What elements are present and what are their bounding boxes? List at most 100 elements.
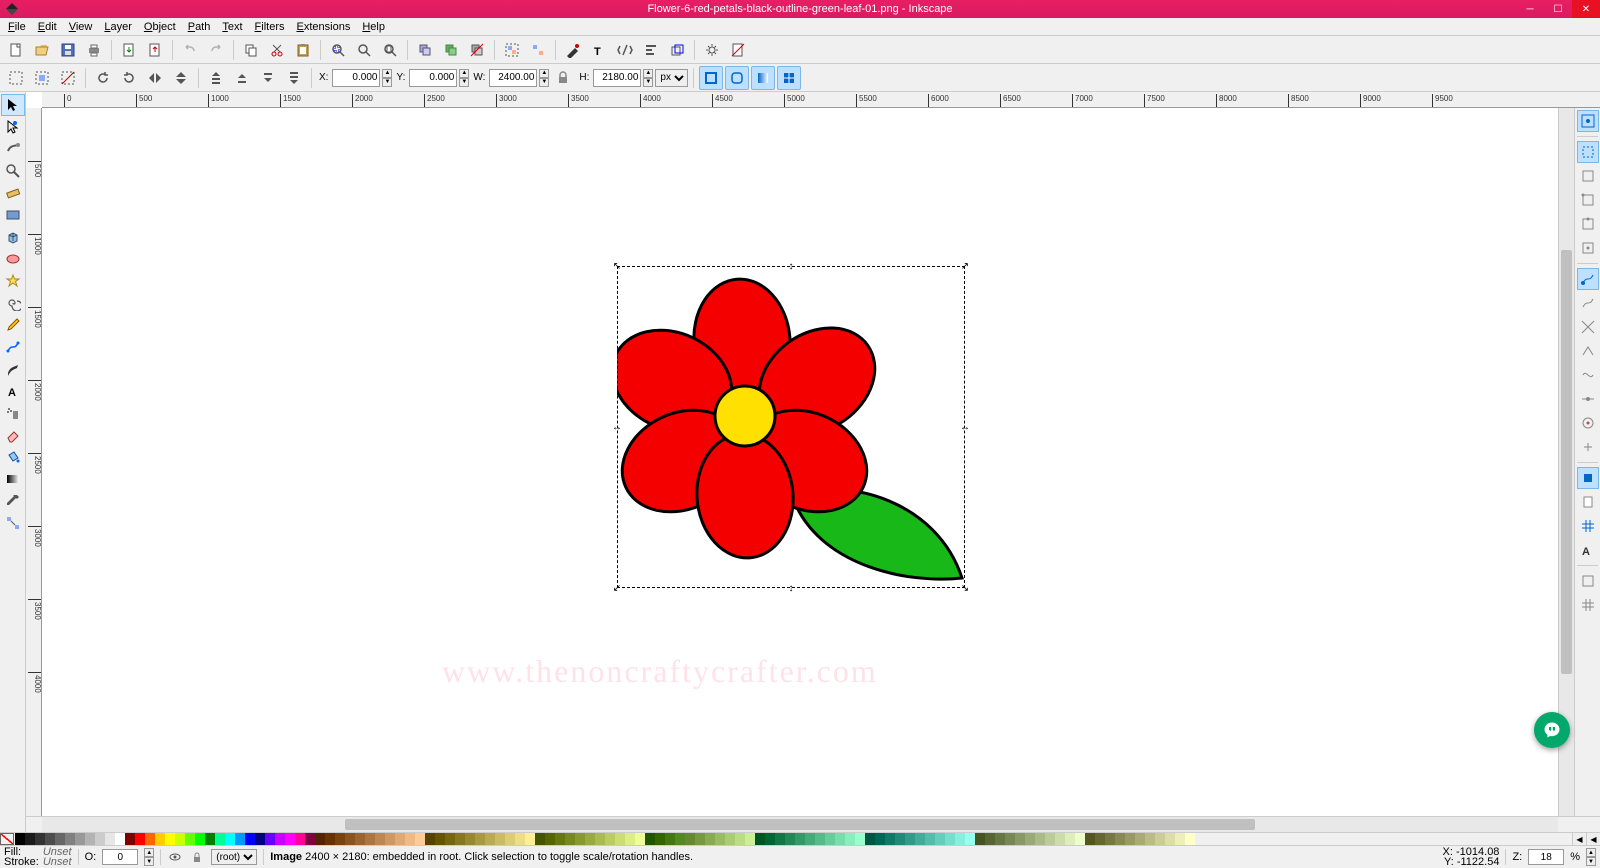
color-swatch[interactable] bbox=[665, 833, 675, 845]
snap-bbox-corner-button[interactable] bbox=[1577, 189, 1599, 211]
color-swatch[interactable] bbox=[335, 833, 345, 845]
selector-tool[interactable] bbox=[1, 94, 25, 116]
color-swatch[interactable] bbox=[1035, 833, 1045, 845]
color-swatch[interactable] bbox=[1175, 833, 1185, 845]
spiral-tool[interactable] bbox=[1, 292, 25, 314]
color-swatch[interactable] bbox=[415, 833, 425, 845]
color-swatch[interactable] bbox=[1145, 833, 1155, 845]
rotate-ccw-button[interactable] bbox=[91, 66, 115, 90]
color-swatch[interactable] bbox=[975, 833, 985, 845]
snap-enable-button[interactable] bbox=[1577, 110, 1599, 132]
color-swatch[interactable] bbox=[515, 833, 525, 845]
color-swatch[interactable] bbox=[705, 833, 715, 845]
color-swatch[interactable] bbox=[675, 833, 685, 845]
snap-other-button[interactable] bbox=[1577, 467, 1599, 489]
ungroup-button[interactable] bbox=[526, 38, 550, 62]
snap-node-button[interactable] bbox=[1577, 268, 1599, 290]
menu-extensions[interactable]: Extensions bbox=[291, 21, 357, 33]
color-swatch[interactable] bbox=[905, 833, 915, 845]
w-spinner[interactable]: ▲▼ bbox=[539, 69, 549, 87]
zoom-selection-button[interactable] bbox=[326, 38, 350, 62]
y-coord-input[interactable] bbox=[409, 69, 457, 87]
color-swatch[interactable] bbox=[685, 833, 695, 845]
color-swatch[interactable] bbox=[195, 833, 205, 845]
xml-editor-button[interactable] bbox=[613, 38, 637, 62]
measure-tool[interactable] bbox=[1, 182, 25, 204]
color-swatch[interactable] bbox=[115, 833, 125, 845]
color-swatch[interactable] bbox=[765, 833, 775, 845]
gradient-tool[interactable] bbox=[1, 468, 25, 490]
clone-button[interactable] bbox=[439, 38, 463, 62]
star-tool[interactable] bbox=[1, 270, 25, 292]
color-swatch[interactable] bbox=[45, 833, 55, 845]
snap-grid-guides-button[interactable] bbox=[1577, 594, 1599, 616]
menu-view[interactable]: View bbox=[63, 21, 99, 33]
calligraphy-tool[interactable] bbox=[1, 358, 25, 380]
color-swatch[interactable] bbox=[885, 833, 895, 845]
color-swatch[interactable] bbox=[795, 833, 805, 845]
color-swatch[interactable] bbox=[1095, 833, 1105, 845]
dropper-tool[interactable] bbox=[1, 490, 25, 512]
color-swatch[interactable] bbox=[145, 833, 155, 845]
color-swatch[interactable] bbox=[875, 833, 885, 845]
color-swatch[interactable] bbox=[585, 833, 595, 845]
color-swatch[interactable] bbox=[645, 833, 655, 845]
snap-page-button[interactable] bbox=[1577, 491, 1599, 513]
scale-stroke-button[interactable] bbox=[699, 66, 723, 90]
color-swatch[interactable] bbox=[165, 833, 175, 845]
zoom-input[interactable] bbox=[1528, 849, 1564, 865]
connector-tool[interactable] bbox=[1, 512, 25, 534]
color-swatch[interactable] bbox=[935, 833, 945, 845]
snap-bbox-center-button[interactable] bbox=[1577, 237, 1599, 259]
color-swatch[interactable] bbox=[805, 833, 815, 845]
color-swatch[interactable] bbox=[495, 833, 505, 845]
snap-bbox-midpoint-button[interactable] bbox=[1577, 213, 1599, 235]
color-swatch[interactable] bbox=[225, 833, 235, 845]
color-swatch[interactable] bbox=[865, 833, 875, 845]
bucket-tool[interactable] bbox=[1, 446, 25, 468]
move-gradients-button[interactable] bbox=[751, 66, 775, 90]
menu-text[interactable]: Text bbox=[216, 21, 248, 33]
color-swatch[interactable] bbox=[65, 833, 75, 845]
unlink-clone-button[interactable] bbox=[465, 38, 489, 62]
color-swatch[interactable] bbox=[355, 833, 365, 845]
snap-text-baseline-button[interactable] bbox=[1577, 570, 1599, 592]
import-button[interactable] bbox=[117, 38, 141, 62]
stroke-value[interactable]: Unset bbox=[43, 857, 72, 867]
color-swatch[interactable] bbox=[715, 833, 725, 845]
palette-menu-button[interactable]: ◀ bbox=[1586, 833, 1600, 845]
snap-path-button[interactable] bbox=[1577, 292, 1599, 314]
color-swatch[interactable] bbox=[895, 833, 905, 845]
h-spinner[interactable]: ▲▼ bbox=[643, 69, 653, 87]
menu-help[interactable]: Help bbox=[356, 21, 391, 33]
x-spinner[interactable]: ▲▼ bbox=[382, 69, 392, 87]
color-swatch[interactable] bbox=[85, 833, 95, 845]
color-swatch[interactable] bbox=[345, 833, 355, 845]
vertical-scrollbar[interactable] bbox=[1558, 108, 1574, 816]
snap-guide-button[interactable]: A bbox=[1577, 539, 1599, 561]
color-swatch[interactable] bbox=[995, 833, 1005, 845]
new-document-button[interactable] bbox=[4, 38, 28, 62]
color-swatch[interactable] bbox=[1055, 833, 1065, 845]
layer-lock-button[interactable] bbox=[189, 849, 205, 865]
tweak-tool[interactable] bbox=[1, 138, 25, 160]
color-swatch[interactable] bbox=[925, 833, 935, 845]
handle-bottom-right[interactable]: ↘ bbox=[960, 583, 970, 593]
color-swatch[interactable] bbox=[845, 833, 855, 845]
snap-smooth-button[interactable] bbox=[1577, 364, 1599, 386]
color-swatch[interactable] bbox=[385, 833, 395, 845]
snap-rotation-button[interactable] bbox=[1577, 436, 1599, 458]
fill-stroke-dialog-button[interactable] bbox=[561, 38, 585, 62]
color-swatch[interactable] bbox=[155, 833, 165, 845]
color-swatch[interactable] bbox=[625, 833, 635, 845]
move-patterns-button[interactable] bbox=[777, 66, 801, 90]
canvas[interactable]: www.thenoncraftycrafter.com ↖ ↕ ↗ ↔ ↔ ↙ … bbox=[42, 108, 1558, 816]
color-swatch[interactable] bbox=[465, 833, 475, 845]
color-swatch[interactable] bbox=[475, 833, 485, 845]
snap-bbox-edge-button[interactable] bbox=[1577, 165, 1599, 187]
color-swatch[interactable] bbox=[1105, 833, 1115, 845]
color-swatch[interactable] bbox=[435, 833, 445, 845]
horizontal-ruler[interactable]: -500050010001500200025003000350040004500… bbox=[42, 92, 1600, 108]
color-swatch[interactable] bbox=[955, 833, 965, 845]
color-swatch[interactable] bbox=[655, 833, 665, 845]
